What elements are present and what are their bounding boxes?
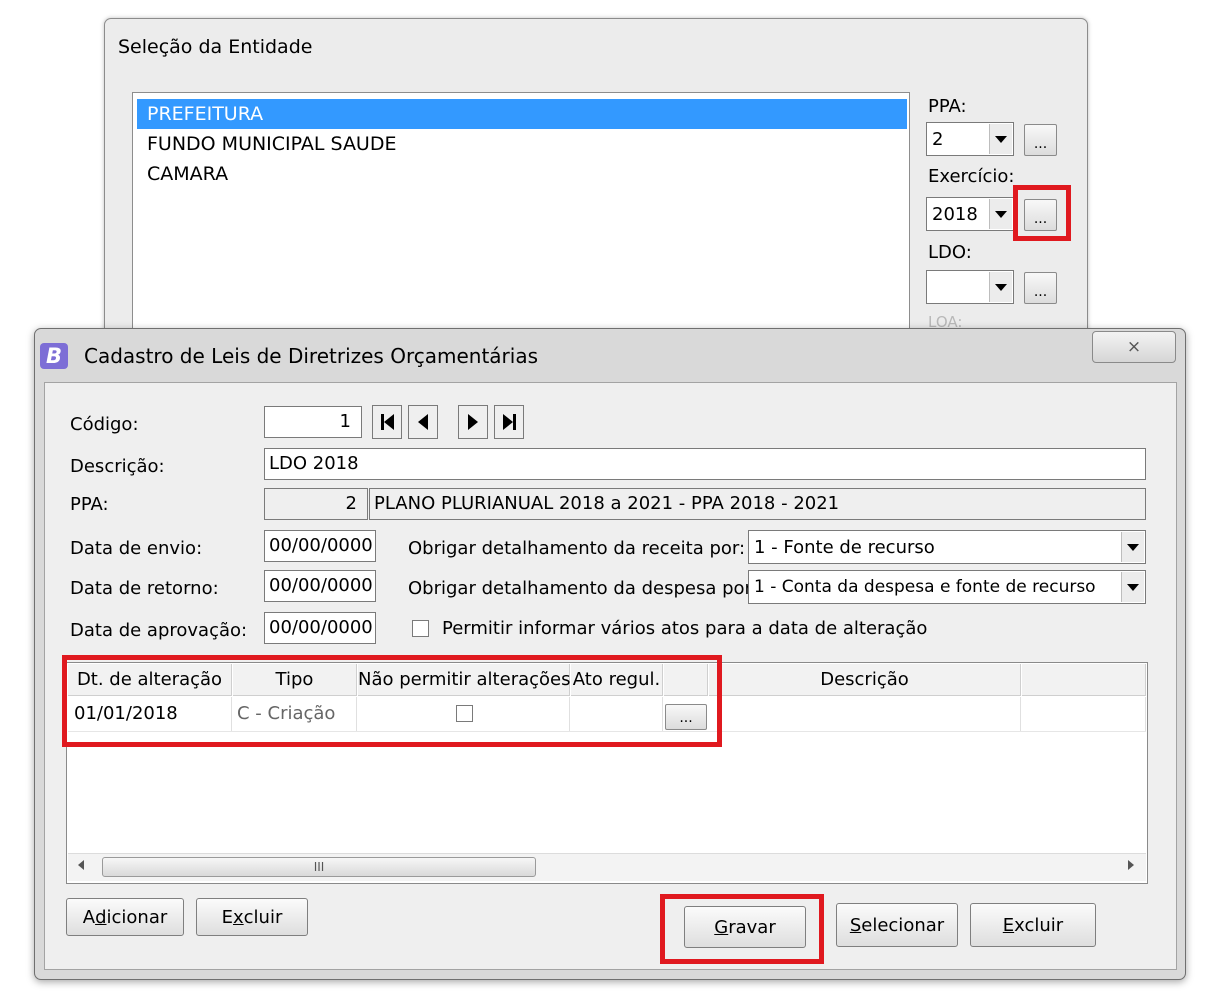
descricao-input[interactable]: LDO 2018 bbox=[264, 448, 1146, 480]
scroll-right-icon[interactable] bbox=[1128, 860, 1134, 870]
chevron-down-icon[interactable] bbox=[1121, 532, 1144, 562]
ppa-description-field: PLANO PLURIANUAL 2018 a 2021 - PPA 2018 … bbox=[369, 488, 1146, 520]
ldo-select[interactable] bbox=[926, 270, 1014, 304]
ppa-code-field: 2 bbox=[264, 488, 368, 520]
receita-select-value: 1 - Fonte de recurso bbox=[754, 536, 935, 558]
ppa-row-label: PPA: bbox=[70, 494, 109, 515]
entity-item-camara[interactable]: CAMARA bbox=[137, 159, 907, 189]
excluir-label-b: xcluir bbox=[1014, 914, 1064, 936]
ppa-select-value: 2 bbox=[932, 128, 944, 150]
app-logo-icon: B bbox=[40, 343, 68, 369]
exercicio-select[interactable]: 2018 bbox=[926, 197, 1014, 231]
permitir-varios-atos-checkbox[interactable] bbox=[412, 620, 429, 637]
descricao-label: Descrição: bbox=[70, 456, 165, 477]
next-record-button[interactable] bbox=[458, 405, 488, 439]
despesa-select[interactable]: 1 - Conta da despesa e fonte de recurso bbox=[748, 570, 1146, 604]
data-aprovacao-input[interactable]: 00/00/0000 bbox=[264, 612, 376, 644]
entity-item-prefeitura[interactable]: PREFEITURA bbox=[137, 99, 907, 129]
scroll-left-icon[interactable] bbox=[78, 860, 84, 870]
scrollbar-thumb[interactable]: III bbox=[102, 857, 536, 877]
adicionar-button[interactable]: Ad icionar bbox=[66, 898, 184, 936]
despesa-label: Obrigar detalhamento da despesa por: bbox=[408, 578, 758, 599]
bar-icon bbox=[512, 414, 516, 430]
last-record-button[interactable] bbox=[494, 405, 524, 439]
close-icon: ⨯ bbox=[1126, 337, 1142, 357]
exercicio-select-value: 2018 bbox=[932, 203, 978, 225]
adicionar-label-b: icionar bbox=[106, 906, 168, 928]
grid-header-descricao[interactable]: Descrição bbox=[709, 664, 1021, 696]
chevron-down-icon[interactable] bbox=[989, 124, 1012, 154]
highlight-grid-row bbox=[62, 655, 722, 747]
close-button[interactable]: ⨯ bbox=[1092, 331, 1176, 363]
despesa-select-value: 1 - Conta da despesa e fonte de recurso bbox=[754, 577, 1096, 597]
selecionar-button[interactable]: Selecionar bbox=[836, 903, 958, 947]
adicionar-label-a: A bbox=[82, 906, 96, 928]
grid-header-extra[interactable] bbox=[1022, 664, 1146, 696]
grid-cell-extra bbox=[1022, 697, 1146, 731]
ppa-select[interactable]: 2 bbox=[926, 122, 1014, 156]
previous-icon bbox=[418, 414, 428, 430]
last-icon bbox=[502, 414, 513, 430]
first-record-button[interactable] bbox=[372, 405, 402, 439]
selecionar-label-mnemonic: S bbox=[849, 914, 862, 936]
chevron-down-icon[interactable] bbox=[989, 272, 1012, 302]
data-retorno-input[interactable]: 00/00/0000 bbox=[264, 570, 376, 602]
excluir-label-mnemonic: E bbox=[1002, 914, 1015, 936]
entity-list[interactable]: PREFEITURA FUNDO MUNICIPAL SAUDE CAMARA bbox=[132, 92, 910, 332]
data-envio-input[interactable]: 00/00/0000 bbox=[264, 530, 376, 562]
next-icon bbox=[468, 414, 478, 430]
first-icon bbox=[383, 414, 394, 430]
excluir-grid-button[interactable]: Ex cluir bbox=[196, 898, 308, 936]
chevron-down-icon[interactable] bbox=[1121, 572, 1144, 602]
data-retorno-label: Data de retorno: bbox=[70, 578, 219, 599]
receita-label: Obrigar detalhamento da receita por: bbox=[408, 538, 746, 559]
excluir-grid-label-a: E bbox=[221, 906, 233, 928]
data-aprovacao-label: Data de aprovação: bbox=[70, 620, 248, 641]
selecionar-label-b: elecionar bbox=[861, 914, 945, 936]
ldo-browse-button[interactable]: ... bbox=[1024, 272, 1057, 304]
codigo-label: Código: bbox=[70, 414, 139, 435]
receita-select[interactable]: 1 - Fonte de recurso bbox=[748, 530, 1146, 564]
ldo-label: LDO: bbox=[928, 242, 972, 263]
data-envio-label: Data de envio: bbox=[70, 538, 203, 559]
previous-record-button[interactable] bbox=[408, 405, 438, 439]
chevron-down-icon[interactable] bbox=[989, 199, 1012, 229]
excluir-button[interactable]: Excluir bbox=[970, 903, 1096, 947]
excluir-grid-label-mnemonic: x bbox=[233, 906, 244, 928]
codigo-input[interactable]: 1 bbox=[264, 406, 362, 438]
ppa-label: PPA: bbox=[928, 96, 967, 117]
dialog-title: Cadastro de Leis de Diretrizes Orçamentá… bbox=[84, 344, 538, 368]
permitir-varios-atos-label: Permitir informar vários atos para a dat… bbox=[442, 618, 928, 639]
entity-item-fundo-municipal-saude[interactable]: FUNDO MUNICIPAL SAUDE bbox=[137, 129, 907, 159]
entity-window-title: Seleção da Entidade bbox=[118, 36, 313, 58]
excluir-grid-label-b: cluir bbox=[243, 906, 283, 928]
exercicio-label: Exercício: bbox=[928, 166, 1015, 187]
ppa-browse-button[interactable]: ... bbox=[1024, 124, 1057, 156]
highlight-exercicio-browse bbox=[1013, 185, 1071, 241]
grid-cell-descricao[interactable] bbox=[709, 697, 1021, 731]
adicionar-label-mnemonic: d bbox=[95, 906, 107, 928]
highlight-gravar-button bbox=[660, 894, 824, 964]
